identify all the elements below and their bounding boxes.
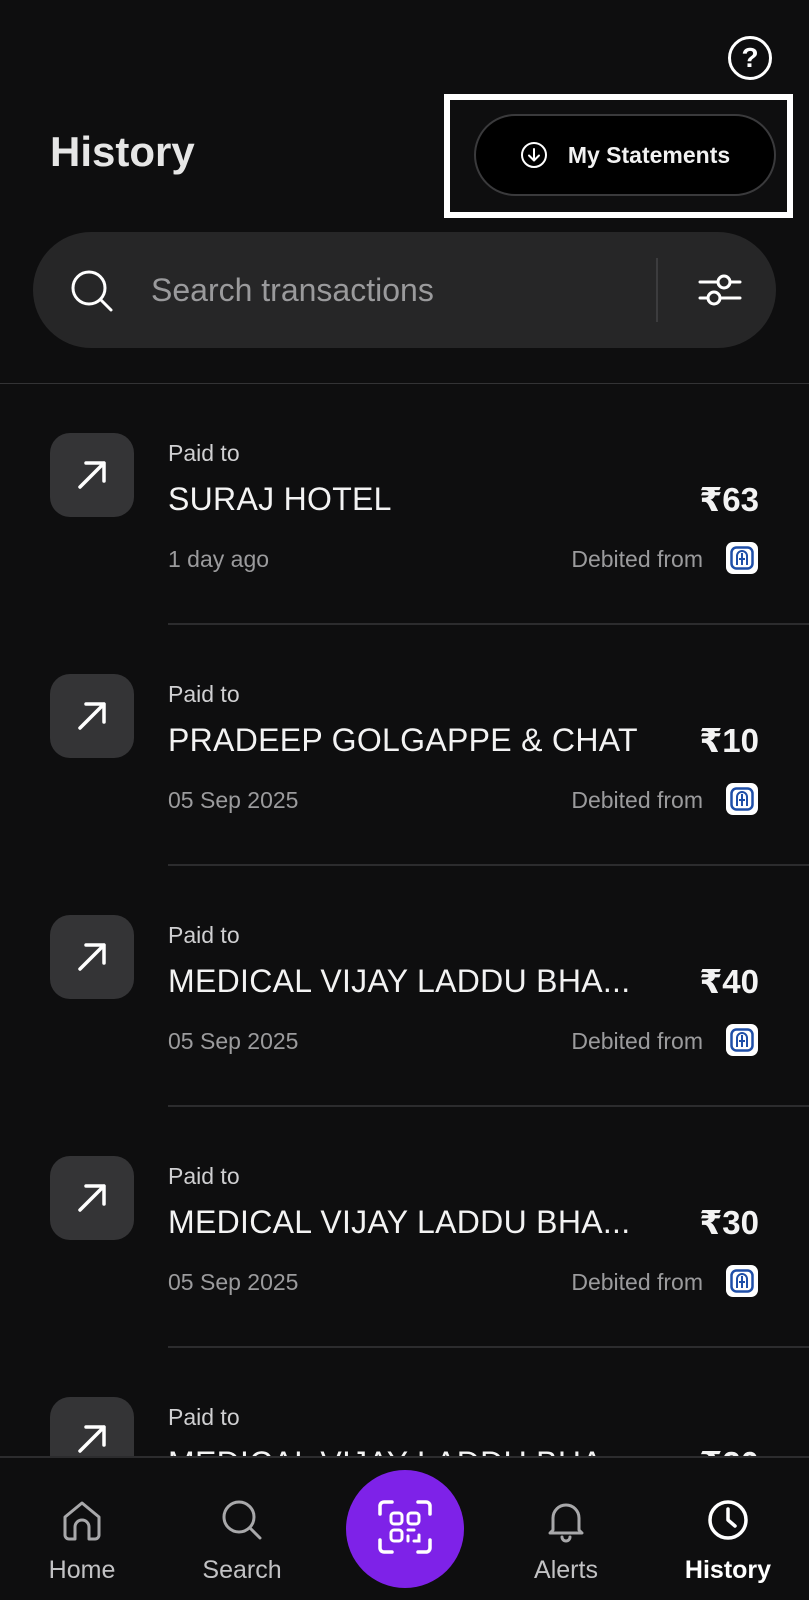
search-bar[interactable] [33,232,776,348]
transaction-amount: ₹10 [699,722,759,759]
transaction-type: Paid to [168,1163,240,1189]
transaction-date: 05 Sep 2025 [168,1269,299,1295]
transaction-amount: ₹63 [699,481,759,518]
bank-logo-icon [726,783,758,815]
transaction-amount: ₹30 [699,1204,759,1241]
transaction-amount: ₹40 [699,963,759,1000]
merchant-name: MEDICAL VIJAY LADDU BHA... [168,963,631,999]
search-input[interactable] [151,264,631,316]
my-statements-label: My Statements [567,141,731,168]
transaction-date: 05 Sep 2025 [168,787,299,813]
merchant-name: MEDICAL VIJAY LADDU BHA... [168,1204,631,1240]
arrow-up-right-icon [50,915,134,999]
debited-from-label: Debited from [571,1028,703,1054]
filter-sliders-icon[interactable] [696,266,744,314]
transaction-type: Paid to [168,1404,240,1430]
search-icon [69,268,115,314]
bell-icon [542,1496,590,1544]
transaction-type: Paid to [168,922,240,948]
download-circle-icon [520,141,548,169]
bank-logo-icon [726,1024,758,1056]
search-divider [656,258,658,322]
home-icon [58,1496,106,1544]
transaction-date: 05 Sep 2025 [168,1028,299,1054]
arrow-up-right-icon [50,433,134,517]
nav-label-search: Search [202,1556,282,1584]
nav-item-home[interactable]: Home [32,1458,132,1600]
scan-qr-button[interactable] [346,1470,464,1588]
nav-item-alerts[interactable]: Alerts [516,1458,616,1600]
debited-from-label: Debited from [571,787,703,813]
merchant-name: MEDICAL VIJAY LADDU BHA... [168,1445,630,1456]
nav-label-history: History [684,1556,772,1584]
qr-scan-icon [376,1498,434,1561]
arrow-up-right-icon [50,1156,134,1240]
transaction-row[interactable]: Paid to SURAJ HOTEL ₹63 1 day ago Debite… [0,384,809,625]
clock-icon [704,1496,752,1544]
transaction-row[interactable]: Paid to MEDICAL VIJAY LADDU BHA... ₹30 0… [0,1107,809,1348]
transaction-date: 1 day ago [168,546,270,572]
nav-label-home: Home [48,1556,116,1584]
my-statements-button[interactable]: My Statements [474,114,776,196]
bank-logo-icon [726,542,758,574]
transaction-list: Paid to SURAJ HOTEL ₹63 1 day ago Debite… [0,384,809,1456]
debited-from-label: Debited from [571,1269,703,1295]
transaction-row[interactable]: Paid to MEDICAL VIJAY LADDU BHA... ₹20 [0,1348,809,1456]
transaction-row[interactable]: Paid to MEDICAL VIJAY LADDU BHA... ₹40 0… [0,866,809,1107]
nav-label-alerts: Alerts [534,1556,598,1584]
transaction-row[interactable]: Paid to PRADEEP GOLGAPPE & CHAT ₹10 05 S… [0,625,809,866]
nav-item-search[interactable]: Search [192,1458,292,1600]
page-title: History [50,128,195,175]
merchant-name: SURAJ HOTEL [168,481,392,517]
history-screen: ? History My Statements Search transacti… [0,0,809,1600]
transaction-type: Paid to [168,440,240,466]
transaction-type: Paid to [168,681,240,707]
arrow-up-right-icon [50,674,134,758]
search-icon [218,1496,266,1544]
arrow-up-right-icon [50,1397,134,1456]
bank-logo-icon [726,1265,758,1297]
nav-item-history[interactable]: History [668,1458,788,1600]
merchant-name: PRADEEP GOLGAPPE & CHAT [168,722,638,758]
transaction-amount: ₹20 [699,1444,759,1456]
help-icon[interactable]: ? [728,36,772,80]
debited-from-label: Debited from [571,546,703,572]
